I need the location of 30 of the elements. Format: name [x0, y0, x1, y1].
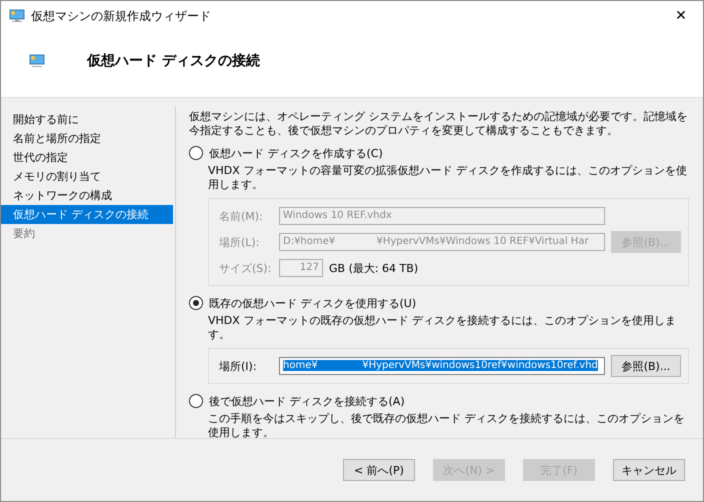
- field-label: 場所(L):: [219, 234, 260, 250]
- monitor-icon: [9, 8, 25, 24]
- field-label: サイズ(S):: [219, 260, 272, 276]
- browse-button[interactable]: 参照(B)...: [611, 355, 681, 377]
- option-label[interactable]: 後で仮想ハード ディスクを接続する(A): [209, 394, 405, 408]
- input-field[interactable]: home¥ ¥HypervVMs¥windows10ref¥windows10ref.vhd: [279, 357, 605, 375]
- page-heading: 仮想ハード ディスクの接続: [87, 52, 260, 70]
- wizard-step[interactable]: 世代の指定: [1, 148, 173, 167]
- field-label: 名前(M):: [219, 208, 264, 224]
- field-label: 場所(I):: [219, 358, 258, 374]
- option-description: VHDX フォーマットの既存の仮想ハード ディスクを接続するには、このオプションを使用します。: [208, 314, 677, 342]
- option-description: この手順を今はスキップし、後で既存の仮想ハード ディスクを接続するには、このオプションを使用します。: [208, 412, 686, 440]
- wizard-step[interactable]: メモリの割り当て: [1, 167, 173, 186]
- wizard-step[interactable]: 名前と場所の指定: [1, 129, 173, 148]
- option-label[interactable]: 既存の仮想ハード ディスクを使用する(U): [209, 296, 416, 310]
- wizard-button[interactable]: キャンセル: [613, 459, 685, 481]
- wizard-step[interactable]: 開始する前に: [1, 110, 173, 129]
- radio-button[interactable]: [189, 296, 203, 310]
- option-description: VHDX フォーマットの容量可変の拡張仮想ハード ディスクを作成するには、このオプションを使用します。: [208, 164, 688, 192]
- radio-button[interactable]: [189, 394, 203, 408]
- unit-text: GB (最大: 64 TB): [329, 260, 418, 276]
- wizard-button[interactable]: < 前へ(P): [343, 459, 415, 481]
- intro-text: 仮想マシンには、オペレーティング システムをインストールするための記憶域が必要です。記憶域を今指定することも、後で仮想マシンのプロパティを変更して構成することもできます。: [189, 110, 688, 138]
- wizard-step[interactable]: ネットワークの構成: [1, 186, 173, 205]
- radio-button[interactable]: [189, 146, 203, 160]
- close-button[interactable]: ✕: [659, 1, 703, 31]
- option-label[interactable]: 仮想ハード ディスクを作成する(C): [209, 146, 383, 160]
- window-title: 仮想マシンの新規作成ウィザード: [31, 8, 212, 24]
- wizard-step[interactable]: 仮想ハード ディスクの接続: [1, 205, 173, 224]
- monitor-icon: [29, 53, 45, 69]
